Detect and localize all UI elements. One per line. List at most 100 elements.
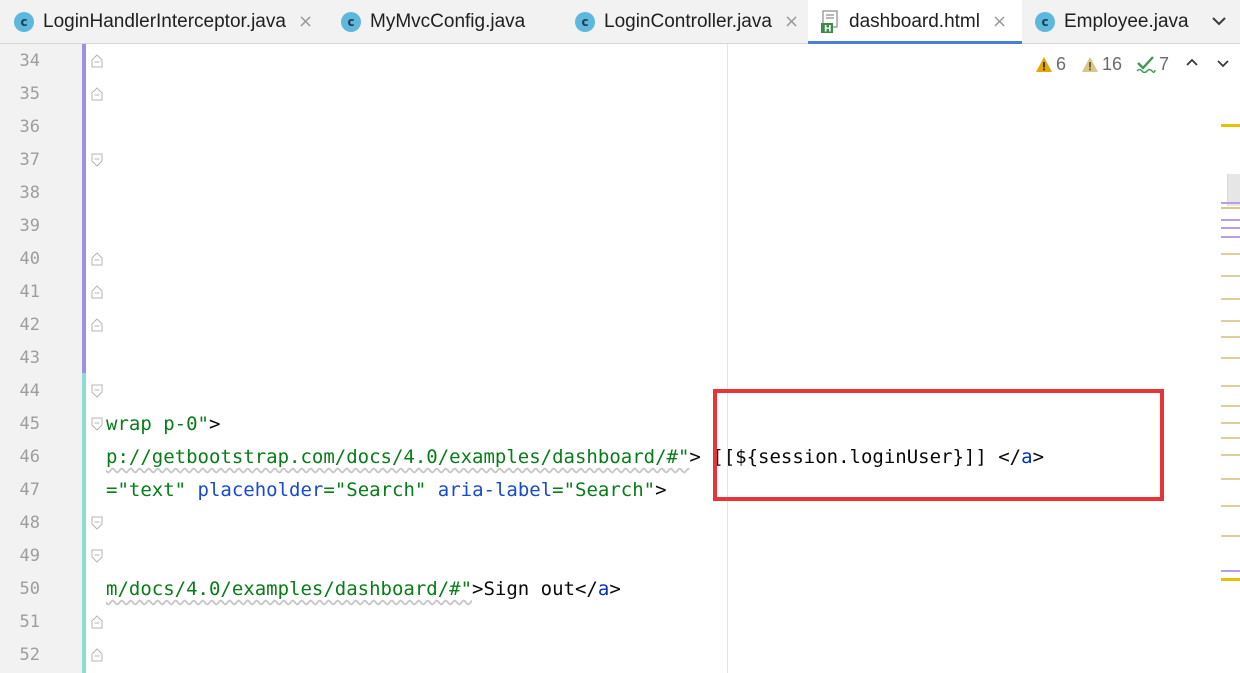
code-token: >Sign out</ — [472, 578, 598, 600]
weak-warnings-count: 16 — [1102, 53, 1123, 74]
code-line-47[interactable]: ="text" placeholder="Search" aria-label=… — [106, 474, 667, 507]
fold-end-icon[interactable] — [91, 615, 103, 629]
fold-end-icon[interactable] — [91, 252, 103, 266]
stripe-mark — [1221, 227, 1240, 229]
weak-warning-icon — [1082, 56, 1098, 72]
stripe-mark — [1221, 236, 1240, 238]
stripe-mark — [1221, 570, 1240, 572]
code-token: > — [208, 413, 221, 435]
fold-end-icon[interactable] — [91, 87, 103, 101]
line-number: 46 — [19, 447, 40, 467]
string-literal: wrap p-0" — [106, 413, 209, 435]
line-number: 47 — [19, 480, 40, 500]
stripe-mark — [1221, 578, 1240, 581]
fold-end-icon[interactable] — [91, 285, 103, 299]
line-number: 43 — [19, 348, 40, 368]
java-class-icon: c — [14, 11, 34, 32]
java-class-icon: c — [341, 11, 361, 32]
string-literal: p://getbootstrap.com/docs/4.0/examples/d… — [106, 446, 690, 468]
line-number: 49 — [19, 546, 40, 566]
tab-login-handler-interceptor[interactable]: c LoginHandlerInterceptor.java × — [14, 0, 313, 43]
highlight-box — [713, 389, 1164, 501]
chevron-down-icon[interactable] — [1208, 10, 1230, 32]
stripe-mark — [1221, 207, 1240, 209]
java-class-icon: c — [1035, 11, 1055, 32]
stripe-mark — [1221, 275, 1240, 277]
close-icon[interactable]: × — [992, 11, 1007, 32]
line-number: 34 — [19, 51, 40, 71]
close-icon[interactable]: × — [784, 11, 799, 32]
typo-check-icon — [1136, 56, 1156, 73]
stripe-mark — [1221, 535, 1240, 537]
string-literal: ="Search" — [552, 479, 656, 501]
stripe-mark — [1221, 336, 1240, 338]
tab-label: LoginHandlerInterceptor.java — [43, 10, 286, 32]
fold-start-icon[interactable] — [91, 384, 103, 398]
code-line-50[interactable]: m/docs/4.0/examples/dashboard/#">Sign ou… — [106, 573, 621, 606]
warnings-counter[interactable]: 6 — [1035, 52, 1066, 76]
close-icon[interactable]: × — [298, 11, 313, 32]
stripe-mark — [1221, 124, 1240, 127]
line-number: 48 — [19, 513, 40, 533]
fold-start-icon[interactable] — [91, 549, 103, 563]
line-number: 39 — [19, 216, 40, 236]
line-number: 41 — [19, 282, 40, 302]
line-number: 45 — [19, 414, 40, 434]
tab-label: LoginController.java — [604, 10, 772, 32]
fold-start-icon[interactable] — [91, 417, 103, 431]
stripe-mark — [1221, 357, 1240, 359]
line-number: 35 — [19, 84, 40, 104]
line-number: 44 — [19, 381, 40, 401]
typos-counter[interactable]: 7 — [1136, 52, 1169, 76]
stripe-mark — [1221, 219, 1240, 221]
line-number: 50 — [19, 579, 40, 599]
editor-tab-bar: c LoginHandlerInterceptor.java × c MyMvc… — [0, 0, 1240, 44]
line-number: 42 — [19, 315, 40, 335]
stripe-mark — [1221, 405, 1240, 407]
line-number: 36 — [19, 117, 40, 137]
stripe-mark — [1221, 454, 1240, 456]
line-number: 51 — [19, 612, 40, 632]
fold-start-icon[interactable] — [91, 153, 103, 167]
attribute-name: aria-label — [437, 479, 553, 501]
fold-end-icon[interactable] — [91, 648, 103, 662]
weak-warnings-counter[interactable]: 16 — [1081, 52, 1122, 76]
typos-count: 7 — [1159, 53, 1170, 74]
code-token: > — [609, 578, 621, 600]
java-class-icon: c — [575, 11, 595, 32]
stripe-mark — [1221, 202, 1240, 204]
next-highlight-icon[interactable] — [1214, 54, 1232, 72]
string-literal: m/docs/4.0/examples/dashboard/#" — [106, 578, 473, 600]
fold-end-icon[interactable] — [91, 318, 103, 332]
stripe-mark — [1221, 320, 1240, 322]
stripe-mark — [1221, 253, 1240, 255]
tab-label: Employee.java — [1064, 10, 1189, 32]
line-number: 38 — [19, 183, 40, 203]
tab-login-controller[interactable]: c LoginController.java × — [575, 0, 799, 43]
warnings-count: 6 — [1056, 53, 1067, 74]
code-line-45[interactable]: wrap p-0"> — [106, 408, 220, 441]
line-number: 52 — [19, 645, 40, 665]
warning-icon — [1036, 56, 1052, 72]
line-number: 40 — [19, 249, 40, 269]
attribute-name: placeholder — [197, 479, 324, 501]
stripe-mark — [1221, 385, 1240, 387]
fold-end-icon[interactable] — [91, 54, 103, 68]
tab-dashboard-html[interactable]: H dashboard.html × — [808, 0, 1022, 44]
fold-start-icon[interactable] — [91, 516, 103, 530]
tab-label: MyMvcConfig.java — [370, 10, 526, 32]
tab-my-mvc-config[interactable]: c MyMvcConfig.java — [341, 0, 525, 43]
tag-name: a — [597, 578, 610, 600]
stripe-mark — [1221, 298, 1240, 300]
tab-employee[interactable]: c Employee.java — [1035, 0, 1189, 43]
right-margin-guide — [727, 44, 728, 673]
line-number: 37 — [19, 150, 40, 170]
tab-label: dashboard.html — [849, 10, 980, 32]
fold-column — [86, 44, 106, 673]
stripe-mark — [1221, 437, 1240, 439]
stripe-mark — [1221, 422, 1240, 424]
previous-highlight-icon[interactable] — [1183, 54, 1201, 72]
svg-text:H: H — [824, 24, 832, 34]
